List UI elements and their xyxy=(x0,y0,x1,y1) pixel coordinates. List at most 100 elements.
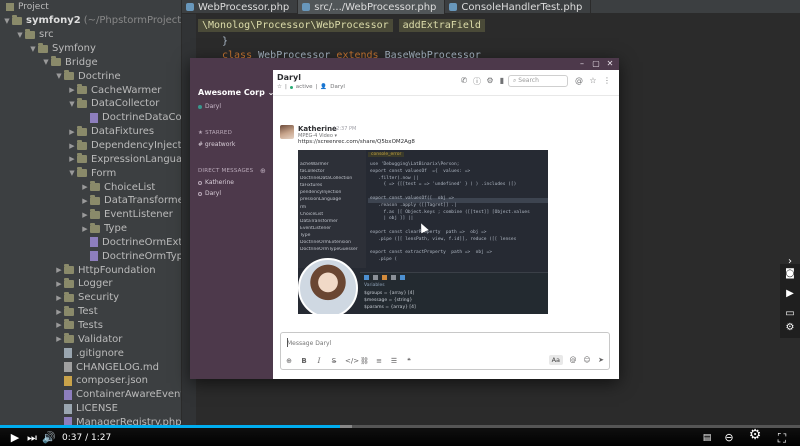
message-link[interactable]: https://screenrec.com/share/Q5bxOM2Ag8 xyxy=(298,139,415,145)
tree-item[interactable]: ▶ Tests xyxy=(0,319,181,333)
tree-item[interactable]: ▶ HttpFoundation xyxy=(0,263,181,277)
maximize-icon[interactable]: ▢ xyxy=(589,58,603,70)
tree-item[interactable]: ▼ Symfony xyxy=(0,42,181,56)
message-author[interactable]: Katherine xyxy=(298,125,337,133)
editor-tab-consolehandlertest[interactable]: ConsoleHandlerTest.php xyxy=(445,0,592,14)
tree-item[interactable]: DoctrineDataCollec xyxy=(0,111,181,125)
search-input[interactable]: ⌕ Search xyxy=(508,75,568,87)
tree-item[interactable]: ▶ ChoiceList xyxy=(0,180,181,194)
tree-item[interactable]: ▶ Security xyxy=(0,291,181,305)
tree-item[interactable]: .gitignore xyxy=(0,346,181,360)
camera-icon[interactable]: ◙ xyxy=(780,264,800,284)
send-icon[interactable]: ➤ xyxy=(597,356,605,364)
tree-item[interactable]: ▼ symfony2(~/PhpstormProjects/symfo xyxy=(0,14,181,28)
tree-item[interactable]: ▶ EventListener xyxy=(0,208,181,222)
tree-item[interactable]: ▶ Logger xyxy=(0,277,181,291)
tree-item[interactable]: LICENSE xyxy=(0,402,181,416)
gear-icon[interactable]: ⚙ xyxy=(485,76,495,85)
chevron-right-icon[interactable]: ▶ xyxy=(67,142,77,150)
chevron-right-icon[interactable]: ▶ xyxy=(67,128,77,136)
starred-items-icon[interactable]: ☆ xyxy=(588,76,598,85)
volume-icon[interactable]: 🔊 xyxy=(42,432,56,444)
chevron-right-icon[interactable]: ▶ xyxy=(67,155,77,163)
chevron-down-icon[interactable]: ▼ xyxy=(15,31,25,39)
tree-item[interactable]: ▼ DataCollector xyxy=(0,97,181,111)
editor-tab-webprocessor[interactable]: WebProcessor.php xyxy=(182,0,299,14)
star-outline-icon[interactable]: ☆ xyxy=(277,84,282,90)
gear-icon[interactable]: ⚙ xyxy=(780,318,800,338)
project-tool-window-header[interactable]: Project xyxy=(0,0,182,14)
chevron-down-icon[interactable]: ▼ xyxy=(54,72,64,80)
tree-item[interactable]: ▼ src xyxy=(0,28,181,42)
add-dm-icon[interactable]: ⊕ xyxy=(260,167,266,175)
tree-item[interactable]: ▼ Doctrine xyxy=(0,69,181,83)
link-icon[interactable]: ⛓ xyxy=(360,357,369,365)
tree-item[interactable]: ▼ Bridge xyxy=(0,56,181,70)
numbered-list-icon[interactable]: ≡ xyxy=(375,357,383,365)
toggle-panel-icon[interactable]: ▮ xyxy=(497,76,507,85)
code-icon[interactable]: </> xyxy=(345,357,359,365)
tree-item[interactable]: CHANGELOG.md xyxy=(0,360,181,374)
progress-fill[interactable] xyxy=(0,425,340,428)
tree-item[interactable]: ▶ Test xyxy=(0,305,181,319)
message-timestamp[interactable]: 12:37 PM xyxy=(333,126,356,132)
tree-item[interactable]: ▶ Type xyxy=(0,222,181,236)
chevron-right-icon[interactable]: ▶ xyxy=(54,321,64,329)
quote-icon[interactable]: ❝ xyxy=(405,357,413,365)
video-preview[interactable]: acheWarmer taCollector DoctrineDataCollect… xyxy=(298,150,548,314)
attach-icon[interactable]: ⊕ xyxy=(285,357,293,365)
zoom-out-icon[interactable]: ⊖ xyxy=(722,432,736,444)
chevron-right-icon[interactable]: ▶ xyxy=(54,308,64,316)
dm-daryl[interactable]: Daryl xyxy=(198,190,221,197)
more-icon[interactable]: ⋮ xyxy=(602,76,612,85)
breadcrumb-class[interactable]: \Monolog\Processor\WebProcessor xyxy=(198,19,393,32)
chevron-right-icon[interactable]: ▶ xyxy=(80,211,90,219)
italic-icon[interactable]: I xyxy=(315,357,323,365)
progress-track[interactable] xyxy=(0,425,800,428)
step-forward-icon[interactable]: ⏭ xyxy=(26,432,38,444)
tree-item[interactable]: composer.json xyxy=(0,374,181,388)
chevron-right-icon[interactable]: ▶ xyxy=(54,280,64,288)
mention-icon[interactable]: @ xyxy=(569,356,577,364)
dm-katherine[interactable]: Katherine xyxy=(198,179,234,186)
chevron-down-icon[interactable]: ▼ xyxy=(2,17,12,25)
chevron-down-icon[interactable]: ▼ xyxy=(28,45,38,53)
breadcrumb-method[interactable]: addExtraField xyxy=(398,19,485,32)
fullscreen-icon[interactable]: ⛶ xyxy=(772,432,792,444)
direct-messages-label[interactable]: DIRECT MESSAGES xyxy=(198,168,253,174)
tree-item[interactable]: ManagerRegistry.php xyxy=(0,415,181,425)
chevron-right-icon[interactable]: ▶ xyxy=(67,86,77,94)
captions-icon[interactable]: ▤ xyxy=(700,432,714,444)
video-camera-icon[interactable]: ▶ xyxy=(780,284,800,304)
tree-item[interactable]: ▶ DataTransformer xyxy=(0,194,181,208)
chevron-right-icon[interactable]: ▶ xyxy=(80,225,90,233)
info-icon[interactable]: ⓘ xyxy=(472,76,482,87)
chevron-right-icon[interactable]: ▶ xyxy=(54,266,64,274)
mentions-icon[interactable]: @ xyxy=(574,76,584,85)
tree-item[interactable]: ▶ CacheWarmer xyxy=(0,83,181,97)
message-input[interactable] xyxy=(287,338,597,348)
message-composer[interactable]: ⊕ B I S̶ </> ⛓ ≡ ☰ ❝ Aa @ ☺ ➤ xyxy=(280,332,610,370)
bulleted-list-icon[interactable]: ☰ xyxy=(390,357,398,365)
tree-item[interactable]: ▶ ExpressionLanguage xyxy=(0,152,181,166)
avatar[interactable] xyxy=(280,125,294,139)
editor-tab-src-webprocessor[interactable]: src/.../WebProcessor.php xyxy=(298,0,446,14)
close-icon[interactable]: ✕ xyxy=(603,58,617,70)
chevron-right-icon[interactable]: ▶ xyxy=(54,294,64,302)
formatting-toggle-button[interactable]: Aa xyxy=(548,355,563,365)
chevron-down-icon[interactable]: ▼ xyxy=(67,100,77,108)
chevron-down-icon[interactable]: ▼ xyxy=(41,58,51,66)
tree-item[interactable]: ▶ DataFixtures xyxy=(0,125,181,139)
gear-icon[interactable]: ⚙ xyxy=(746,428,764,442)
channel-greatwork[interactable]: # greatwork xyxy=(198,141,235,148)
tree-item[interactable]: ▶ DependencyInjection xyxy=(0,139,181,153)
tree-item[interactable]: ▶ Validator xyxy=(0,332,181,346)
team-menu[interactable]: Awesome Corp ⌄ xyxy=(198,88,274,97)
phone-icon[interactable]: ✆ xyxy=(459,76,469,85)
chevron-right-icon[interactable]: ▶ xyxy=(80,197,90,205)
bold-icon[interactable]: B xyxy=(300,357,308,365)
strikethrough-icon[interactable]: S̶ xyxy=(330,357,338,365)
chevron-right-icon[interactable]: ▶ xyxy=(80,183,90,191)
chevron-right-icon[interactable]: ▶ xyxy=(54,335,64,343)
emoji-icon[interactable]: ☺ xyxy=(583,356,591,364)
